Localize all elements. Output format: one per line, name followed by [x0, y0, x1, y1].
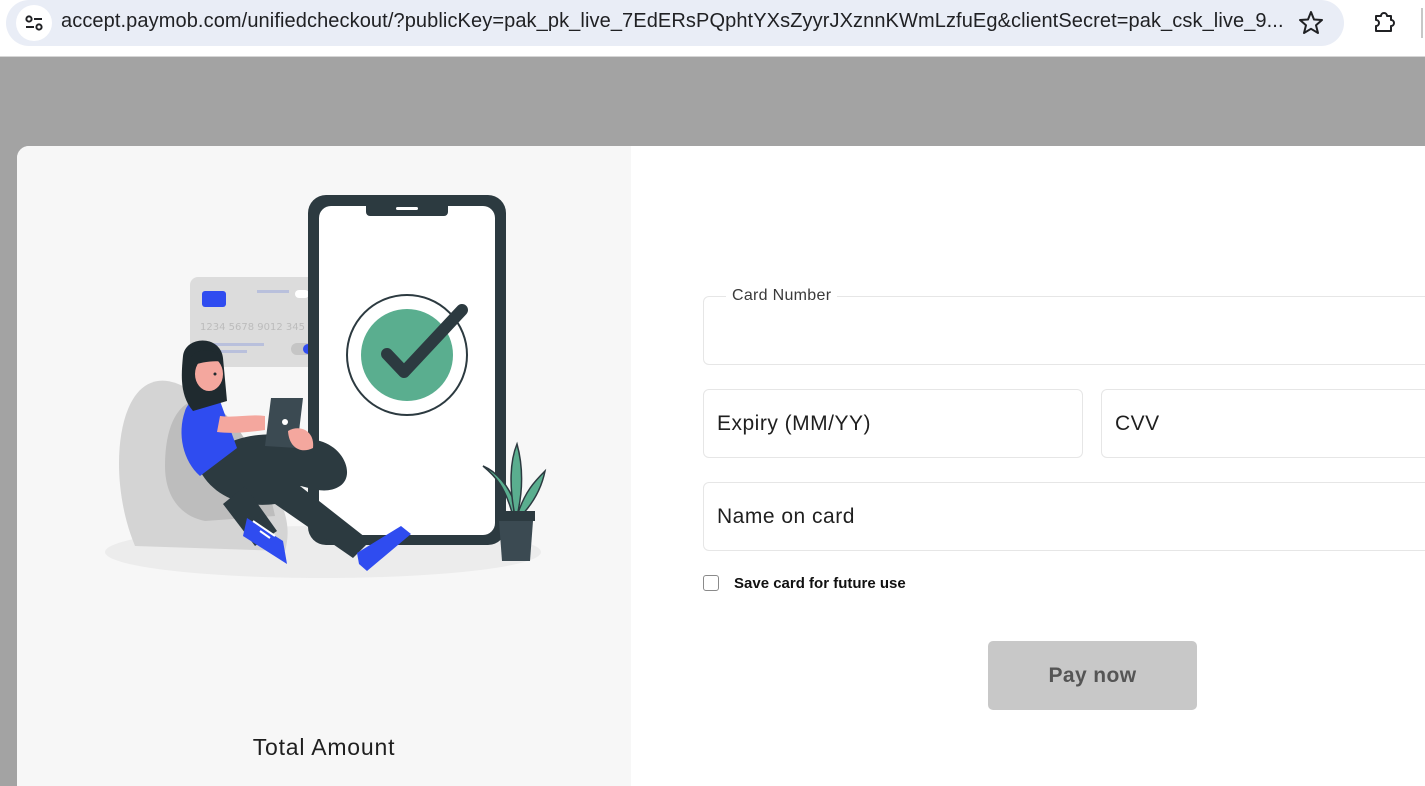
total-amount-label: Total Amount [252, 734, 396, 760]
puzzle-icon[interactable] [1370, 7, 1400, 37]
browser-toolbar: accept.paymob.com/unifiedcheckout/?publi… [0, 0, 1425, 57]
tune-icon[interactable] [16, 5, 52, 41]
save-card-label[interactable]: Save card for future use [734, 575, 906, 592]
card-number-field[interactable]: Card Number [703, 287, 1425, 365]
card-number-input[interactable] [704, 297, 1425, 364]
expiry-field[interactable] [703, 389, 1083, 458]
cvv-input[interactable] [1102, 390, 1425, 457]
save-card-checkbox[interactable] [703, 575, 719, 591]
expiry-input[interactable] [704, 390, 1082, 457]
checkout-card: 1234 5678 9012 345 Total Amount Card Num… [17, 146, 1425, 786]
pay-now-button[interactable]: Pay now [988, 641, 1197, 710]
cvv-field[interactable] [1101, 389, 1425, 458]
card-number-label: Card Number [726, 287, 838, 305]
payment-form: Card Number Save card for future use Pay… [631, 146, 1425, 786]
illustration-pane: 1234 5678 9012 345 Total Amount [17, 146, 631, 786]
name-on-card-field[interactable] [703, 482, 1425, 551]
toolbar-divider [1421, 8, 1423, 38]
illustration-card-number: 1234 5678 9012 345 [200, 322, 305, 333]
url-text[interactable]: accept.paymob.com/unifiedcheckout/?publi… [61, 10, 1291, 33]
name-on-card-input[interactable] [704, 483, 1425, 550]
star-icon[interactable] [1296, 8, 1326, 38]
payment-success-illustration: 1234 5678 9012 345 [105, 195, 547, 578]
address-bar[interactable]: accept.paymob.com/unifiedcheckout/?publi… [6, 0, 1344, 46]
